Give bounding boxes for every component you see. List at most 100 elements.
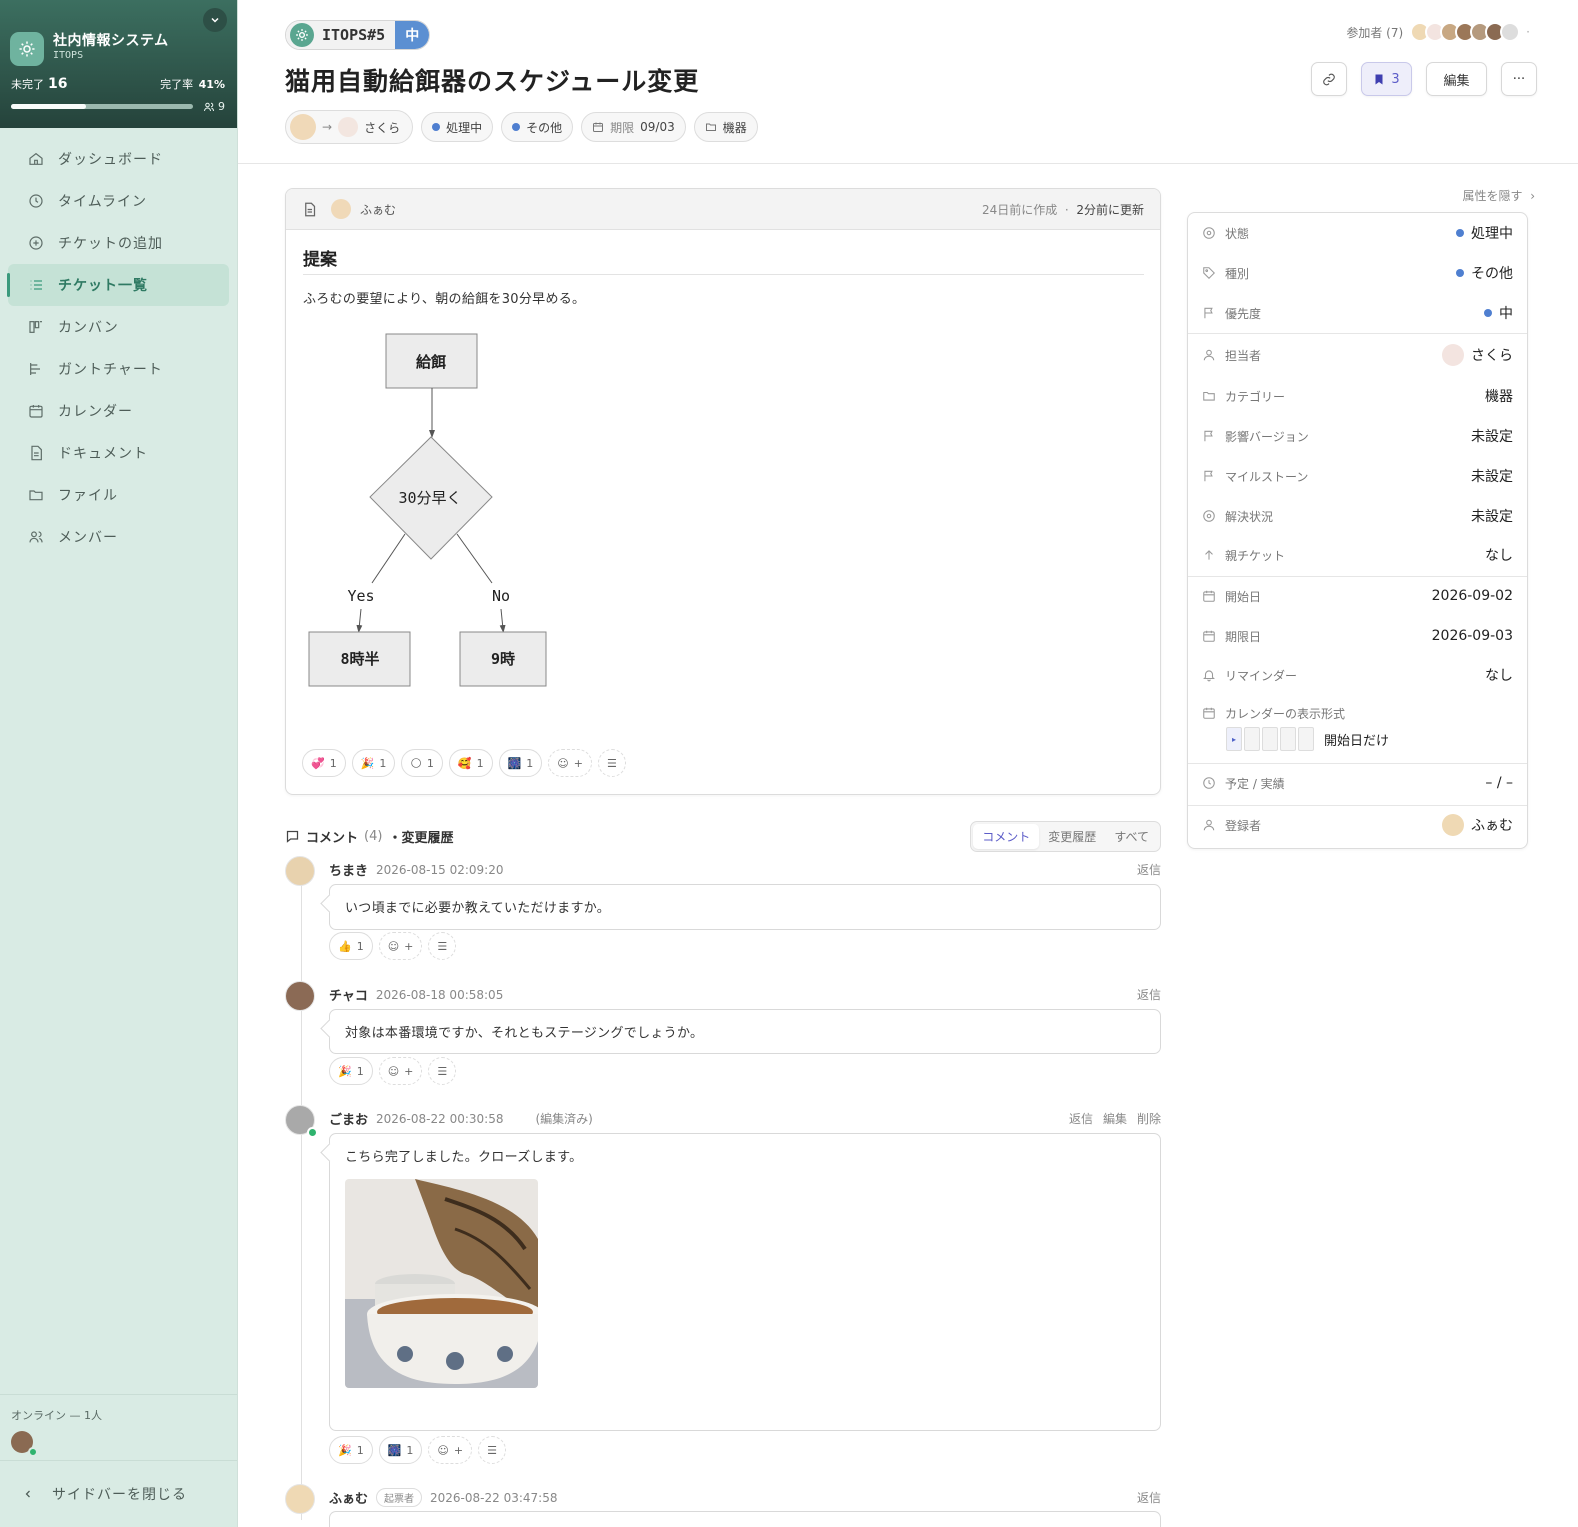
sidebar-item-calendar[interactable]: カレンダー [8, 390, 229, 432]
list-icon [30, 280, 42, 290]
comment-item: ちまき 2026-08-15 02:09:20 返信 いつ頃までに必要か教えてい… [285, 856, 1161, 966]
reaction-list-button[interactable]: ☰ [428, 1057, 457, 1085]
clock-icon [1203, 777, 1215, 789]
members-count-value: 9 [218, 100, 225, 113]
prop-affected-version[interactable]: 影響バージョン 未設定 [1188, 416, 1527, 456]
category-chip[interactable]: 機器 [693, 112, 758, 142]
sidebar-item-gantt[interactable]: ガントチャート [8, 348, 229, 390]
reaction-list-button[interactable]: ☰ [597, 749, 626, 777]
property-value: 2026-09-03 [1431, 628, 1513, 644]
reaction-chip[interactable]: 🎆 1 [378, 1436, 423, 1464]
reaction-chip[interactable]: 🎉 1 [329, 1436, 373, 1464]
copy-link-button[interactable] [1311, 62, 1347, 96]
status-dot [1456, 269, 1464, 277]
comment-bubble: こちら完了しました。クローズします。 [329, 1133, 1161, 1431]
sidebar-item-members[interactable]: メンバー [8, 516, 229, 558]
add-reaction-button[interactable]: ☺ + [548, 749, 592, 777]
calendar-format-selector[interactable]: ▸ 開始日だけ [1226, 727, 1389, 751]
comment-text: こちら完了しました。クローズします。 [345, 1150, 583, 1165]
online-avatar[interactable] [11, 1431, 38, 1457]
ticket-description: ふぁむ 24日前に作成 · 2分前に更新 提案 ふろむの要望により、朝の給餌を3… [285, 188, 1161, 795]
prop-type[interactable]: 種別 その他 [1188, 253, 1527, 293]
sidebar-item-documents[interactable]: ドキュメント [8, 432, 229, 474]
sidebar-item-files[interactable]: ファイル [8, 474, 229, 516]
participants[interactable]: 参加者 (7) · [1346, 22, 1530, 42]
more-button[interactable]: ··· [1501, 62, 1537, 96]
delete-comment-button[interactable]: 削除 [1137, 1110, 1161, 1127]
reaction-chip[interactable]: 🎉 1 [329, 1057, 373, 1085]
project-switcher-button[interactable] [203, 8, 227, 32]
hide-attributes-button[interactable]: 属性を隠す › [1463, 187, 1535, 204]
sidebar-item-timeline[interactable]: タイムライン [8, 180, 229, 222]
add-reaction-button[interactable]: ☺ + [378, 1057, 423, 1085]
comment-item: ごまお 2026-08-22 00:30:58 (編集済み) 返信 編集 削除 … [285, 1105, 1161, 1465]
reply-button[interactable]: 返信 [1137, 986, 1161, 1003]
reporter-badge: 起票者 [376, 1488, 423, 1507]
bookmark-button[interactable]: 3 [1361, 62, 1412, 96]
reaction-count: 1 [356, 939, 364, 953]
sidebar-item-ticket-list[interactable]: チケット一覧 [7, 264, 229, 306]
add-reaction-button[interactable]: ☺ + [378, 932, 423, 960]
sidebar-item-kanban[interactable]: カンバン [8, 306, 229, 348]
reaction-chip[interactable]: 👍 1 [329, 932, 373, 960]
status-label: 処理中 [446, 120, 483, 135]
type-chip[interactable]: その他 [501, 112, 574, 142]
reaction-chip[interactable]: 🎆 1 [498, 749, 543, 777]
prop-start-date[interactable]: 開始日 2026-09-02 [1188, 576, 1527, 616]
tab-comments[interactable]: コメント [973, 823, 1040, 849]
prop-status[interactable]: 状態 処理中 [1188, 213, 1527, 253]
prop-reminder[interactable]: リマインダー なし [1188, 655, 1527, 695]
reaction-chip[interactable]: 💞 1 [302, 749, 346, 777]
users-icon [204, 102, 214, 111]
project-logo-icon[interactable] [10, 32, 44, 66]
reply-button[interactable]: 返信 [1069, 1110, 1093, 1127]
assignee-chip[interactable]: → さくら [285, 110, 414, 144]
due-chip[interactable]: 期限 09/03 [581, 112, 686, 142]
comment-item: チャコ 2026-08-18 00:58:05 返信 対象は本番環境ですか、それ… [285, 981, 1161, 1091]
reaction-chip[interactable]: 🎉 1 [351, 749, 396, 777]
sidebar-item-label: ダッシュボード [58, 152, 163, 168]
add-reaction-button[interactable]: ☺ + [428, 1436, 473, 1464]
prop-estimate-actual[interactable]: 予定 / 実績 – / – [1188, 763, 1527, 803]
prop-resolution[interactable]: 解決状況 未設定 [1188, 496, 1527, 536]
reaction-list-button[interactable]: ☰ [478, 1436, 506, 1464]
close-sidebar-label: サイドバーを閉じる [52, 1487, 187, 1503]
property-value: 中 [1499, 306, 1513, 322]
calendar-format-cell [1298, 727, 1314, 751]
close-sidebar-button[interactable]: サイドバーを閉じる [0, 1460, 237, 1527]
prop-priority[interactable]: 優先度 中 [1188, 293, 1527, 333]
prop-parent-ticket[interactable]: 親チケット なし [1188, 535, 1527, 575]
calendar-format-cell [1244, 727, 1260, 751]
edit-comment-button[interactable]: 編集 [1103, 1110, 1127, 1127]
document-icon [305, 202, 316, 216]
reaction-chip[interactable]: 🥰 1 [448, 749, 493, 777]
prop-registrant[interactable]: 登録者 ふぁむ [1188, 805, 1527, 845]
sidebar-item-label: タイムライン [58, 194, 148, 210]
reply-button[interactable]: 返信 [1137, 861, 1161, 878]
reply-button[interactable]: 返信 [1137, 1489, 1161, 1506]
sidebar-item-add-ticket[interactable]: チケットの追加 [8, 222, 229, 264]
edit-button[interactable]: 編集 [1426, 62, 1487, 96]
reaction-emoji: 🎉 [338, 1064, 352, 1078]
reaction-count: 1 [356, 1064, 364, 1078]
status-chip[interactable]: 処理中 [421, 112, 494, 142]
cat-eating-photo[interactable] [345, 1179, 538, 1388]
edited-label: (編集済み) [535, 1112, 593, 1126]
prop-due-date[interactable]: 期限日 2026-09-03 [1188, 616, 1527, 656]
description-body: ふろむの要望により、朝の給餌を30分早める。 [303, 292, 586, 307]
sidebar-item-dashboard[interactable]: ダッシュボード [8, 138, 229, 180]
prop-assignee[interactable]: 担当者 さくら [1188, 335, 1527, 375]
ticket-chips: → さくら 処理中 その他 期限 09/03 機器 [285, 110, 758, 144]
prop-milestone[interactable]: マイルストーン 未設定 [1188, 456, 1527, 496]
prop-category[interactable]: カテゴリー 機器 [1188, 376, 1527, 416]
reaction-emoji: 🥰 [457, 756, 472, 770]
properties-divider [1188, 333, 1527, 334]
heading-divider [303, 274, 1144, 275]
list-icon: ☰ [437, 939, 448, 953]
reaction-list-button[interactable]: ☰ [428, 932, 457, 960]
reaction-emoji: 🎆 [507, 756, 522, 770]
tab-all[interactable]: すべて [1105, 824, 1158, 849]
comments-title: コメント [306, 830, 359, 846]
reaction-chip[interactable]: 🌕 1 [401, 749, 443, 777]
tab-history[interactable]: 変更履歴 [1039, 824, 1105, 849]
